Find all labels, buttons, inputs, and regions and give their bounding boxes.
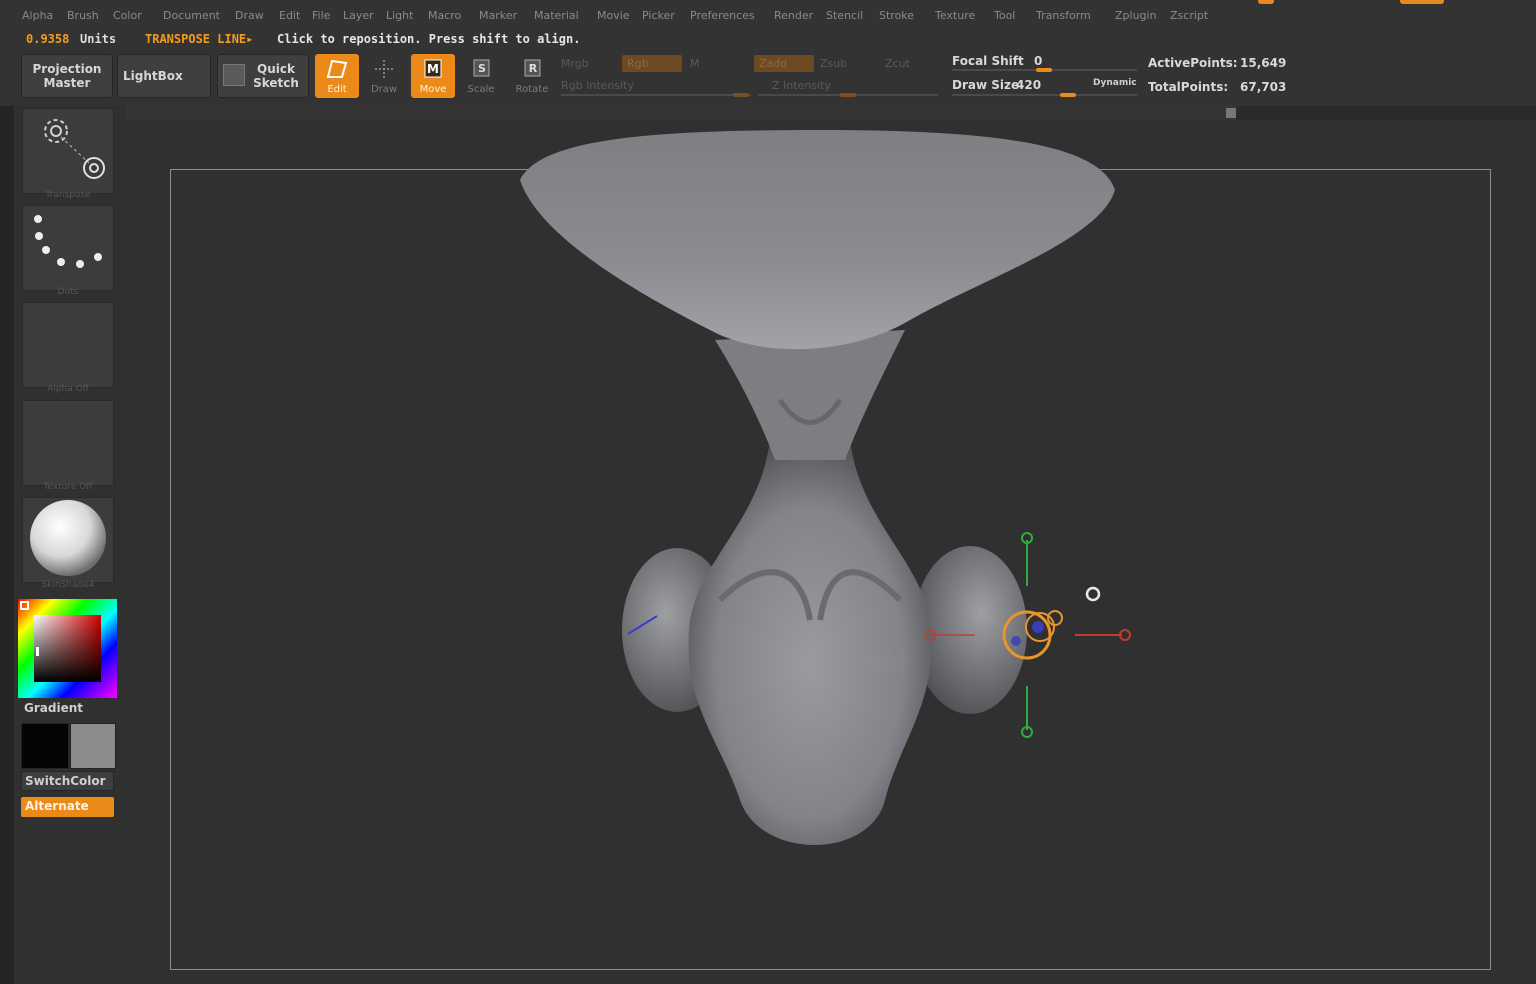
brush-cursor-icon: [1085, 586, 1101, 602]
sculpt-viewport[interactable]: [0, 0, 1536, 984]
